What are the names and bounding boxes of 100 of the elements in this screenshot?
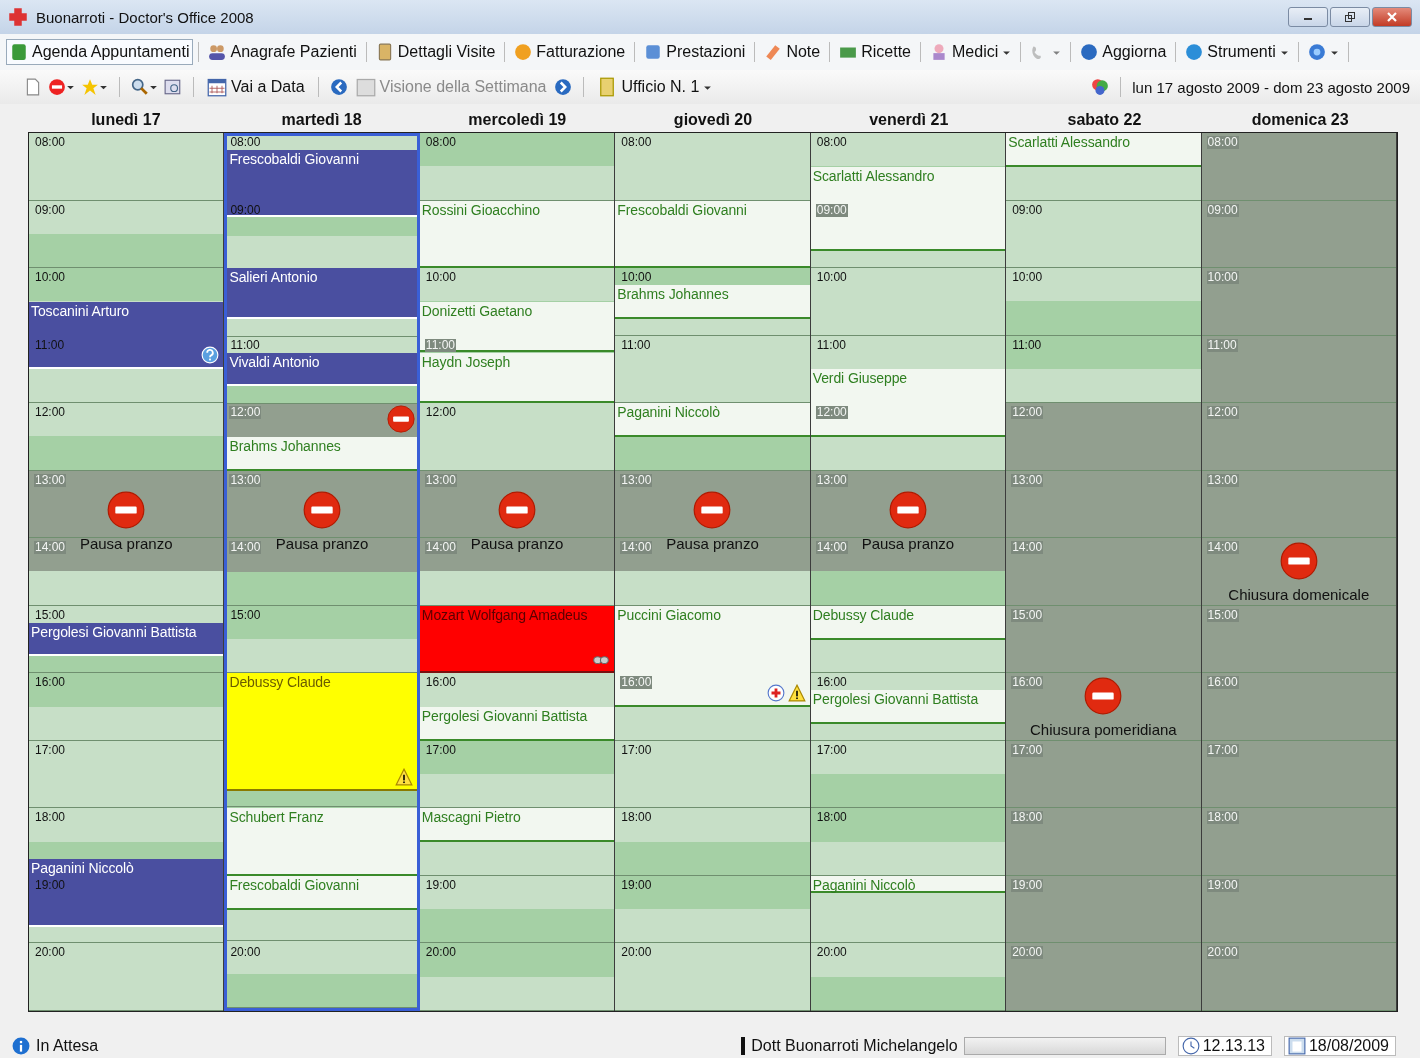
menu-item[interactable]: Strumenti <box>1181 39 1293 65</box>
patient-name: Schubert Franz <box>229 810 324 826</box>
appointment[interactable]: Vivaldi Antonio <box>227 352 417 387</box>
restore-icon[interactable] <box>1344 11 1356 23</box>
appointment[interactable]: Haydn Joseph <box>419 352 615 404</box>
appointment[interactable]: Scarlatti Alessandro <box>1006 133 1201 167</box>
hour-label: 19:00 <box>620 878 653 892</box>
day-header[interactable]: venerdì 21 <box>869 111 949 129</box>
colored-circles-icon[interactable] <box>1091 78 1110 96</box>
menu-item[interactable]: Ricette <box>835 39 915 65</box>
appointment[interactable]: Pergolesi Giovanni Battista <box>419 707 615 741</box>
restore-button[interactable] <box>1330 7 1370 27</box>
hour-label: 16:00 <box>34 676 67 690</box>
no-entry-icon <box>693 490 732 529</box>
info-icon <box>12 1037 30 1055</box>
hour-label: 10:00 <box>815 271 848 285</box>
office-dropdown[interactable]: Ufficio N. 1 <box>595 75 715 99</box>
patient-name: Paganini Niccolò <box>31 861 134 877</box>
appointment[interactable]: Pergolesi Giovanni Battista <box>29 622 224 657</box>
day-header[interactable]: domenica 23 <box>1251 111 1349 129</box>
date-field[interactable]: 18/08/2009 <box>1283 1036 1396 1056</box>
stop-icon[interactable] <box>48 78 75 96</box>
hour-label: 12:00 <box>229 406 262 420</box>
hour-label: 20:00 <box>229 946 262 960</box>
appointment[interactable]: Frescobaldi Giovanni <box>227 875 417 910</box>
hour-label: 12:00 <box>1011 406 1044 420</box>
hour-label: 15:00 <box>229 608 262 622</box>
appointment[interactable]: Schubert Franz <box>227 808 417 876</box>
hour-label: 15:00 <box>34 608 67 622</box>
patient-name: Frescobaldi Giovanni <box>617 202 747 218</box>
star-icon[interactable] <box>81 78 108 96</box>
appointment[interactable]: Brahms Johannes <box>227 436 417 471</box>
hour-label: 16:00 <box>424 676 457 690</box>
patient-name: Scarlatti Alessandro <box>812 168 935 184</box>
appointment[interactable]: Rossini Gioacchino <box>419 200 615 269</box>
no-entry-icon <box>1084 676 1123 715</box>
new-document-icon[interactable] <box>24 78 42 96</box>
menu-item[interactable]: Note <box>760 39 825 65</box>
menu-item[interactable]: Dettagli Visite <box>371 39 500 65</box>
hour-label: 08:00 <box>620 136 653 149</box>
time-field[interactable]: 12.13.13 <box>1177 1036 1272 1056</box>
zoom-window-icon[interactable] <box>164 78 182 96</box>
hour-label: 19:00 <box>424 878 457 892</box>
appointment[interactable]: Pergolesi Giovanni Battista <box>810 690 1006 724</box>
menu-item[interactable]: Aggiorna <box>1076 39 1171 65</box>
hour-label: 08:00 <box>229 136 262 149</box>
menu-item[interactable]: Fatturazione <box>510 39 630 65</box>
menu-item[interactable]: Prestazioni <box>640 39 750 65</box>
closure-label: Chiusura domenicale <box>1228 585 1370 603</box>
go-to-date-button[interactable]: Vai a Data <box>205 75 307 99</box>
search-icon[interactable] <box>131 78 158 96</box>
doctor-name: Dott Buonarroti Michelangelo <box>741 1037 958 1055</box>
warning-icon <box>394 768 413 787</box>
appointment[interactable]: Paganini Niccolò <box>615 403 810 437</box>
hour-label: 20:00 <box>424 946 457 960</box>
appointment[interactable]: Frescobaldi Giovanni <box>615 200 810 269</box>
hour-label: 20:00 <box>620 946 653 960</box>
day-header[interactable]: lunedì 17 <box>91 111 161 129</box>
people-icon[interactable] <box>208 43 227 61</box>
patient-name: Vivaldi Antonio <box>229 354 320 370</box>
hour-label: 18:00 <box>815 811 848 825</box>
day-header[interactable]: giovedì 20 <box>673 111 753 129</box>
day-header[interactable]: martedì 18 <box>281 111 362 129</box>
warning-icon <box>787 684 806 703</box>
appointment[interactable]: Debussy Claude <box>810 605 1006 640</box>
hour-label: 18:00 <box>34 811 67 825</box>
appointment[interactable]: Salieri Antonio <box>227 268 417 319</box>
appointment[interactable]: Brahms Johannes <box>615 284 810 319</box>
close-button[interactable] <box>1372 7 1412 27</box>
close-icon[interactable] <box>1386 11 1398 23</box>
day-header[interactable]: mercoledì 19 <box>468 111 567 129</box>
patient-name: Pergolesi Giovanni Battista <box>421 709 588 725</box>
hour-label: 08:00 <box>34 136 67 149</box>
hour-label: 10:00 <box>424 271 457 285</box>
appointment[interactable]: Mozart Wolfgang Amadeus <box>419 605 615 674</box>
hour-label: 14:00 <box>1206 541 1239 555</box>
menu-item[interactable]: Medici <box>926 39 1016 65</box>
hour-label: 17:00 <box>424 743 457 757</box>
menu-item[interactable]: Anagrafe Pazienti <box>204 39 361 65</box>
hour-label: 12:00 <box>815 406 848 420</box>
hour-label: 10:00 <box>620 271 653 285</box>
menu-item[interactable]: Agenda Appuntamenti <box>6 39 194 65</box>
patient-name: Debussy Claude <box>229 675 331 691</box>
patient-name: Puccini Giacomo <box>617 607 721 623</box>
no-entry-icon <box>303 490 342 529</box>
day-background[interactable] <box>1006 133 1202 1011</box>
closure-label: Pausa pranzo <box>666 534 759 552</box>
hour-label: 14:00 <box>620 541 653 555</box>
patient-name: Mascagni Pietro <box>421 810 521 826</box>
hour-label: 16:00 <box>815 676 848 690</box>
patient-name: Toscanini Arturo <box>31 303 129 319</box>
appointment[interactable]: Debussy Claude <box>227 673 417 792</box>
day-header[interactable]: sabato 22 <box>1067 111 1142 129</box>
cross-icon <box>8 7 28 27</box>
patient-name: Paganini Niccolò <box>812 877 916 893</box>
patient-name: Haydn Joseph <box>421 354 511 370</box>
hour-label: 16:00 <box>1011 676 1044 690</box>
hour-label: 20:00 <box>1206 946 1239 960</box>
appointment[interactable]: Mascagni Pietro <box>419 808 615 843</box>
hour-label: 08:00 <box>815 136 848 149</box>
